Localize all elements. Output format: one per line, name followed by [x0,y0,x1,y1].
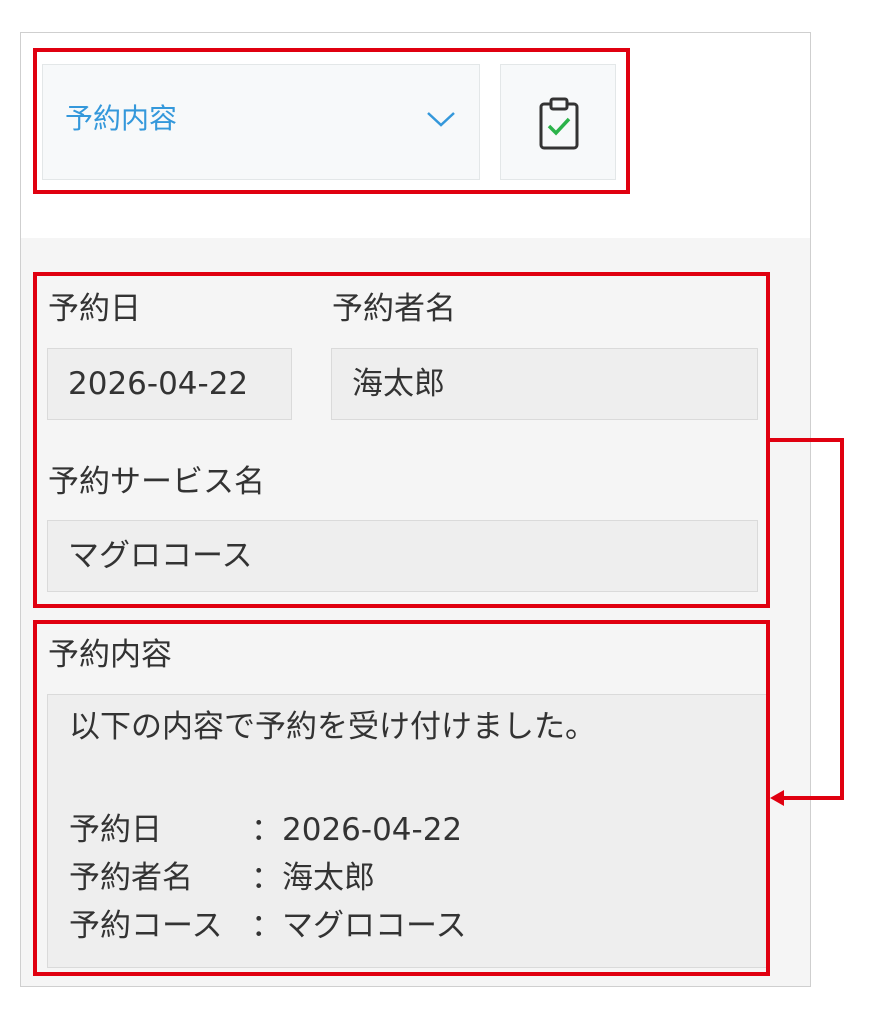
service-name-label: 予約サービス名 [48,464,265,500]
reservation-date-field: 2026-04-22 [47,348,292,420]
save-button[interactable] [500,64,616,180]
details-intro: 以下の内容で予約を受け付けました。 [69,709,596,745]
details-line-key: 予約者名 [69,860,193,896]
details-field: 以下の内容で予約を受け付けました。 予約日 ：2026-04-22 予約者名 ：海太… [47,694,766,968]
page: 予約内容 予約日 2026-04-22 予約者名 海太郎 予約サービス名 マグロ… [0,0,871,1018]
details-line: 予約者名 ：海太郎 [69,859,375,897]
reserver-name-field: 海太郎 [331,348,758,420]
clipboard-check-icon [539,97,579,150]
details-line-key: 予約日 [69,812,162,848]
service-name-field: マグロコース [47,520,758,592]
details-line-value: ：2026-04-22 [251,812,463,848]
chevron-down-icon [427,112,455,127]
reservation-date-label: 予約日 [48,291,141,327]
details-line-key: 予約コース [69,908,223,944]
details-line: 予約日 ：2026-04-22 [69,811,462,849]
details-line-value: ：マグロコース [251,908,467,944]
details-line-value: ：海太郎 [251,860,375,896]
view-selector-dropdown[interactable]: 予約内容 [42,64,480,180]
reserver-name-label: 予約者名 [332,291,456,327]
view-selector-label: 予約内容 [65,102,178,135]
details-line: 予約コース ：マグロコース [69,907,466,945]
details-label: 予約内容 [48,637,172,673]
